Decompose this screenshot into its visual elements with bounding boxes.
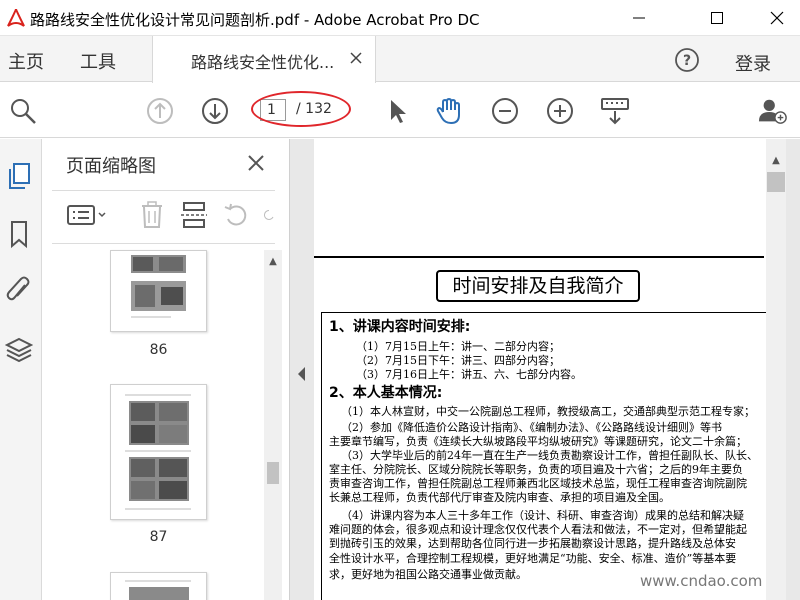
insert-page-button[interactable] — [180, 200, 208, 230]
title-bar: 路路线安全性优化设计常见问题剖析.pdf - Adobe Acrobat Pro… — [0, 0, 800, 36]
page-top-rule — [314, 256, 764, 258]
bio-line: 求，更好地为祖国公路交通事业做贡献。 — [329, 568, 527, 581]
panel-splitter[interactable] — [290, 139, 314, 600]
hand-tool-button[interactable] — [434, 96, 464, 126]
rotate-cw-button[interactable] — [262, 200, 276, 230]
close-window-button[interactable] — [754, 0, 800, 36]
keyboard-tool-button[interactable] — [600, 96, 630, 126]
rotate-right-icon — [263, 209, 274, 220]
tab-close-icon[interactable] — [349, 51, 363, 65]
close-icon[interactable] — [247, 154, 265, 172]
add-user-icon — [758, 99, 787, 124]
arrow-up-circle-icon — [147, 98, 173, 124]
scrollbar-thumb[interactable] — [767, 172, 785, 192]
acrobat-logo-icon — [7, 8, 25, 27]
minimize-button[interactable] — [616, 0, 662, 36]
login-button[interactable]: 登录 — [735, 50, 771, 76]
rotate-ccw-button[interactable] — [222, 200, 250, 230]
bio-line: 到抛砖引玉的效果，达到帮助各位同行进一步拓展勘察设计思路，提升路线及总体安 — [329, 537, 736, 550]
scroll-up-arrow-icon[interactable]: ▲ — [767, 151, 785, 169]
thumbnail-preview — [125, 580, 191, 600]
svg-text:?: ? — [683, 53, 691, 69]
insert-pages-icon — [181, 202, 207, 228]
zoom-in-button[interactable] — [545, 96, 575, 126]
attachment-paperclip-icon[interactable] — [5, 275, 33, 305]
collapse-panel-icon[interactable] — [298, 367, 306, 381]
minus-circle-icon — [492, 98, 518, 124]
share-user-button[interactable] — [758, 96, 788, 126]
maximize-icon — [711, 12, 723, 24]
minimize-icon — [633, 17, 645, 19]
zoom-search-button[interactable] — [8, 96, 38, 126]
bio-line: 全性设计水平，合理控制工程规模，更好地满足“功能、安全、标准、造价”等基本要 — [329, 552, 737, 565]
thumbnail-page-87[interactable] — [110, 384, 207, 520]
document-right-gutter — [786, 139, 800, 600]
thumbnail-preview — [125, 394, 191, 510]
select-tool-button[interactable] — [382, 96, 412, 126]
thumbnail-page-86[interactable] — [110, 250, 207, 332]
rotate-left-icon — [224, 203, 247, 226]
layers-icon[interactable] — [5, 335, 33, 365]
keyboard-download-icon — [601, 98, 629, 125]
document-scrollbar[interactable]: ▲ — [766, 139, 786, 600]
thumbnail-page-label: 87 — [149, 529, 168, 545]
bio-line: 长兼总工程师，负责代部代厅审查及院内审查、承担的项目遍及全国。 — [329, 491, 670, 504]
zoom-out-button[interactable] — [490, 96, 520, 126]
document-tab[interactable]: 路路线安全性优化... — [152, 36, 376, 83]
plus-circle-icon — [547, 98, 573, 124]
options-menu-icon — [67, 205, 106, 225]
delete-page-button[interactable] — [140, 200, 164, 230]
arrow-down-circle-icon — [202, 98, 228, 124]
trash-icon — [142, 201, 162, 228]
next-page-button[interactable] — [200, 96, 230, 126]
thumbnail-panel-title: 页面缩略图 — [66, 156, 156, 177]
thumbnail-page-label: 86 — [149, 342, 168, 358]
thumbnail-scrollbar[interactable]: ▲ — [264, 250, 282, 600]
bio-line: （1）本人林宣财，中交一公院副总工程师，教授级高工，交通部典型示范工程专家； — [341, 405, 755, 418]
window-title: 路路线安全性优化设计常见问题剖析.pdf - Adobe Acrobat Pro… — [30, 11, 480, 29]
help-icon[interactable]: ? — [674, 47, 700, 73]
close-icon — [770, 11, 784, 25]
scroll-up-arrow-icon[interactable]: ▲ — [264, 252, 282, 270]
cursor-arrow-icon — [391, 100, 406, 123]
menu-home[interactable]: 主页 — [8, 48, 44, 74]
magnifier-icon — [11, 99, 36, 124]
section-heading: 1、讲课内容时间安排: — [329, 319, 471, 335]
menu-tools[interactable]: 工具 — [80, 48, 116, 74]
left-navigation-rail — [0, 139, 42, 600]
section-heading: 2、本人基本情况: — [329, 385, 443, 401]
document-heading: 时间安排及自我简介 — [436, 270, 640, 302]
thumbnail-preview — [131, 255, 186, 318]
document-tab-label: 路路线安全性优化... — [191, 53, 335, 72]
previous-page-button[interactable] — [145, 96, 175, 126]
maximize-button[interactable] — [694, 0, 740, 36]
red-annotation-ellipse — [251, 91, 351, 127]
page-thumbnails-icon[interactable] — [5, 161, 33, 191]
schedule-line: （3）7月16日上午：讲五、六、七部分内容。 — [356, 368, 582, 381]
watermark-text: www.cndao.com — [640, 572, 763, 590]
bookmark-icon[interactable] — [5, 219, 33, 249]
thumbnail-page-88[interactable] — [110, 572, 207, 600]
scrollbar-thumb[interactable] — [267, 462, 279, 484]
thumbnail-options-button[interactable] — [66, 200, 110, 230]
hand-icon — [436, 98, 460, 124]
